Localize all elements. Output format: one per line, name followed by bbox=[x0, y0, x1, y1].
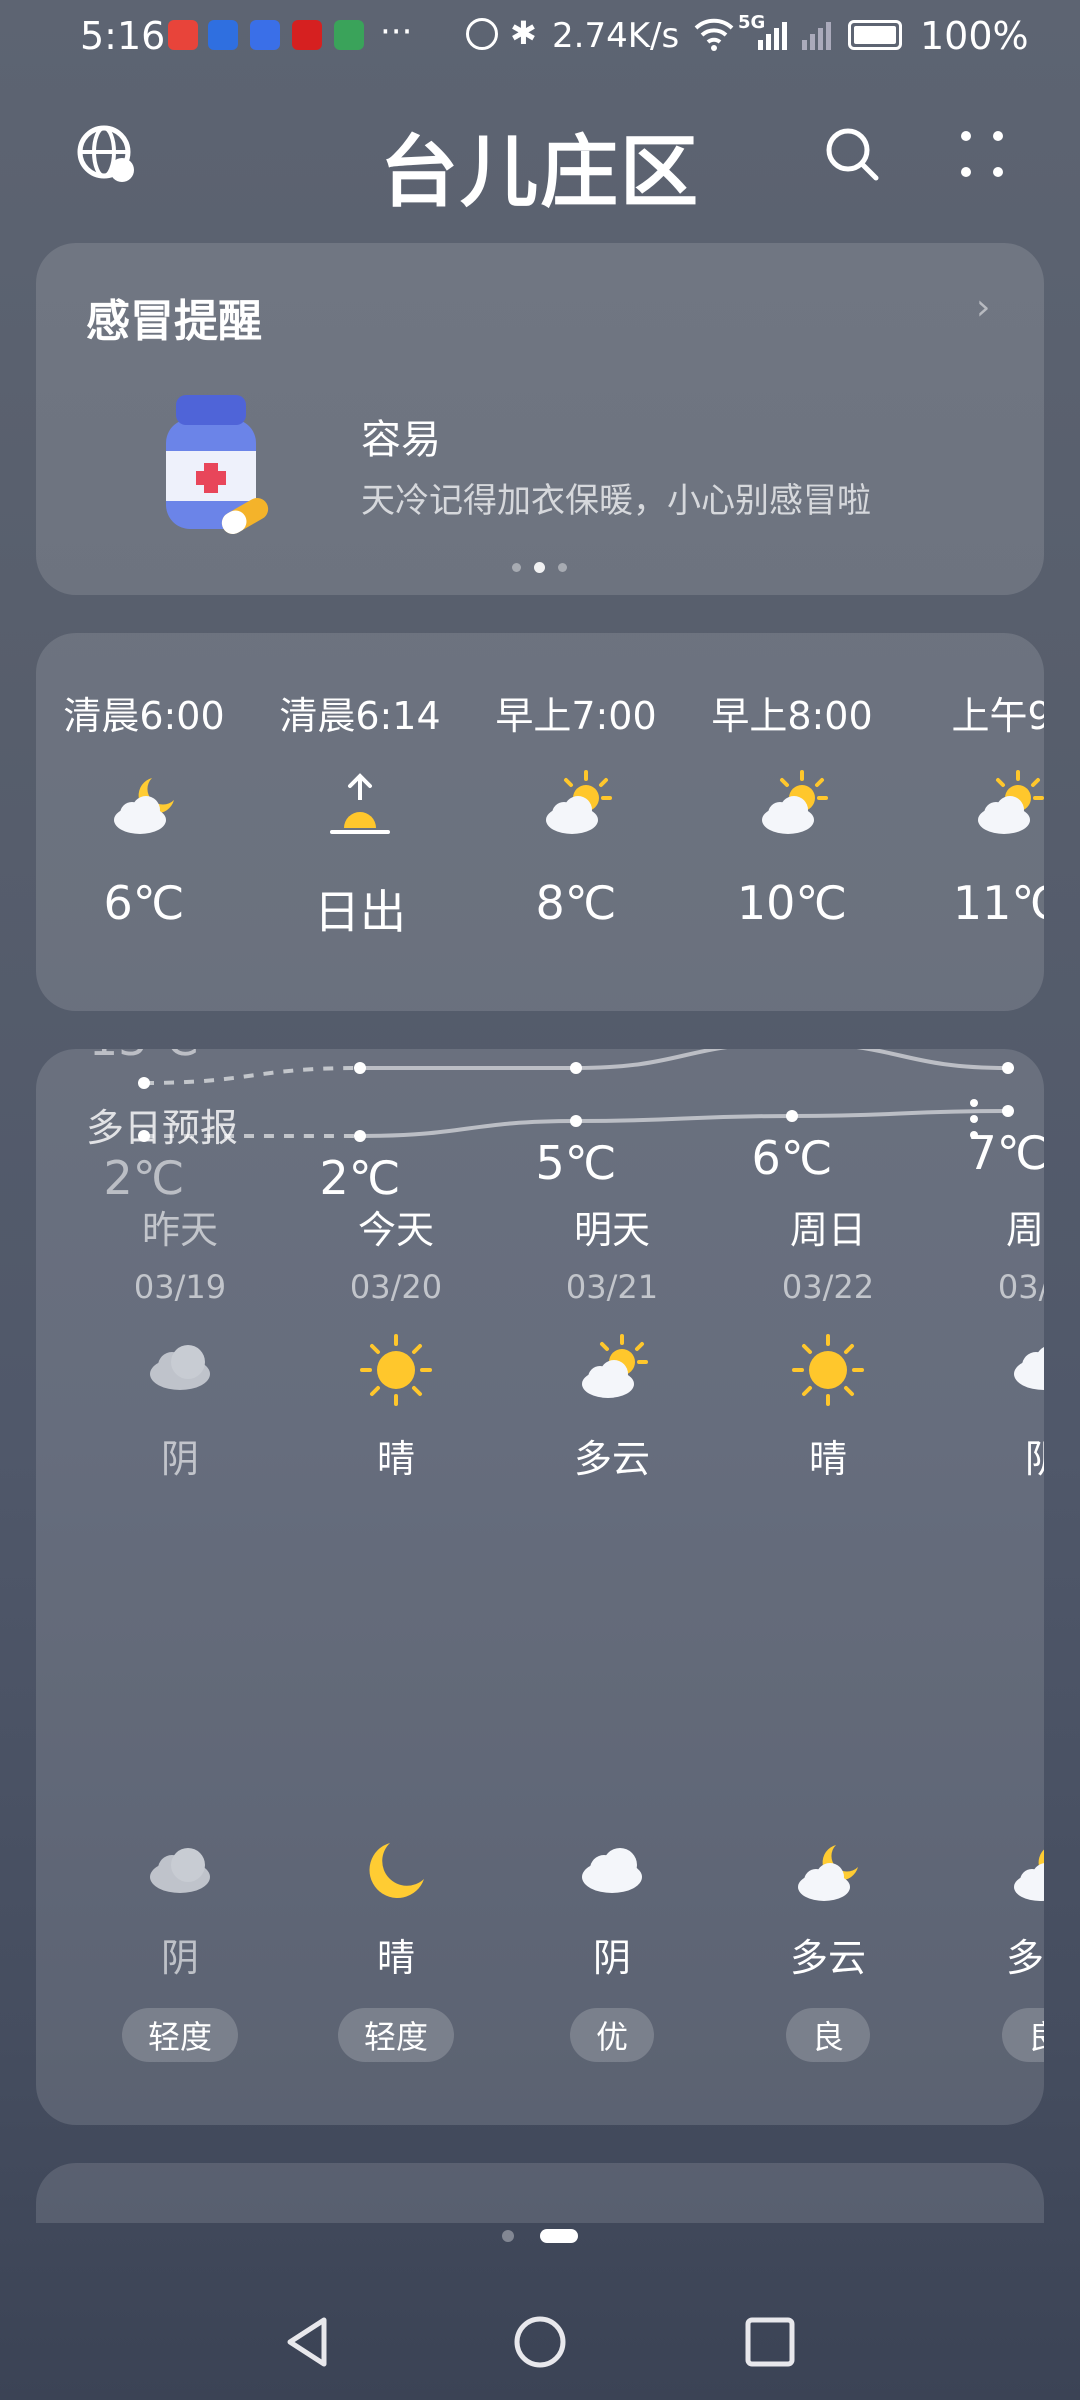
low-temp-segment bbox=[359, 1119, 577, 1138]
high-temp-segment bbox=[575, 1049, 728, 1070]
hour-time: 清晨6:00 bbox=[63, 694, 225, 738]
signal-2-icon bbox=[802, 22, 831, 50]
battery-icon bbox=[848, 20, 902, 50]
low-temp-label: 2℃ bbox=[320, 1151, 401, 1205]
high-temp-point bbox=[138, 1077, 150, 1089]
sun-cloud-icon bbox=[760, 770, 828, 836]
hour-value: 11℃ bbox=[952, 876, 1044, 930]
page-indicator bbox=[500, 2226, 580, 2246]
hour-item: 上午9: 11℃ bbox=[908, 685, 1044, 930]
cold-level: 容易 bbox=[361, 417, 441, 463]
high-temp-segment bbox=[856, 1049, 1009, 1070]
high-temp-label: 16℃ bbox=[521, 1049, 631, 1051]
low-temp-segment bbox=[575, 1114, 793, 1123]
sun-cloud-icon bbox=[544, 770, 612, 836]
battery-percent: 100% bbox=[920, 14, 1029, 58]
multi-day-forecast-card[interactable]: 多日预报 昨天 03/19 阴阴轻度 今天 03/20 晴晴轻度 明天 03/21 多云阴优周日… bbox=[36, 1049, 1044, 2125]
low-temp-point bbox=[1002, 1105, 1014, 1117]
hour-time: 清晨6:14 bbox=[279, 694, 441, 738]
low-temp-segment bbox=[791, 1109, 1009, 1118]
high-temp-point bbox=[1002, 1062, 1014, 1074]
hour-item: 早上7:00 8℃ bbox=[476, 685, 676, 930]
chevron-right-icon[interactable]: › bbox=[976, 287, 990, 328]
low-temp-label: 7℃ bbox=[968, 1126, 1044, 1180]
hour-item: 早上8:00 10℃ bbox=[692, 685, 892, 930]
alarm-icon bbox=[466, 18, 498, 50]
low-temp-point bbox=[786, 1110, 798, 1122]
hour-value: 日出 bbox=[314, 885, 406, 939]
temperature-chart: 13℃2℃16℃2℃16℃5℃21℃6℃16℃7℃ bbox=[89, 1049, 1044, 1205]
high-temp-label: 16℃ bbox=[953, 1049, 1044, 1051]
recents-icon[interactable] bbox=[742, 2314, 798, 2370]
high-temp-point bbox=[570, 1062, 582, 1074]
low-temp-label: 5℃ bbox=[536, 1136, 617, 1190]
bluetooth-icon: ✱ bbox=[510, 14, 537, 52]
cold-reminder-card[interactable]: 感冒提醒 › 容易 天冷记得加衣保暖，小心别感冒啦 bbox=[36, 243, 1044, 595]
search-icon[interactable] bbox=[824, 126, 882, 184]
hour-value: 8℃ bbox=[535, 876, 617, 930]
hour-time: 上午9: bbox=[951, 694, 1045, 738]
signal-icon bbox=[758, 22, 787, 50]
network-speed: 2.74K/s bbox=[552, 16, 680, 56]
low-temp-label: 2℃ bbox=[104, 1151, 185, 1205]
next-card bbox=[36, 2163, 1044, 2223]
hour-time: 早上7:00 bbox=[495, 694, 657, 738]
low-temp-point bbox=[570, 1115, 582, 1127]
status-bar: 5:16 ··· ✱ 2.74K/s 5G 100% bbox=[0, 0, 1080, 76]
wifi-icon bbox=[694, 18, 734, 51]
sunrise-icon bbox=[330, 774, 390, 834]
status-time: 5:16 bbox=[80, 14, 166, 58]
more-dots-icon[interactable] bbox=[958, 128, 1008, 182]
medicine-bottle-icon bbox=[166, 395, 269, 534]
low-temp-point bbox=[138, 1130, 150, 1142]
heart-app-icon bbox=[292, 20, 322, 50]
cold-advice: 天冷记得加衣保暖，小心别感冒啦 bbox=[361, 481, 871, 521]
shield-app-icon bbox=[208, 20, 238, 50]
card-page-indicator bbox=[512, 561, 572, 573]
hour-value: 6℃ bbox=[103, 876, 185, 930]
moon-cloud-icon bbox=[114, 778, 174, 834]
game-app-icon bbox=[334, 20, 364, 50]
hour-item: 清晨6:14 日出 bbox=[260, 685, 460, 942]
hour-item: 清晨6:00 6℃ bbox=[44, 685, 244, 930]
home-icon[interactable] bbox=[512, 2314, 568, 2370]
high-temp-segment bbox=[143, 1066, 361, 1085]
back-icon[interactable] bbox=[280, 2314, 336, 2370]
high-temp-label: 13℃ bbox=[89, 1049, 199, 1066]
baidu-app-icon bbox=[250, 20, 280, 50]
low-temp-point bbox=[354, 1130, 366, 1142]
more-notifications-icon: ··· bbox=[380, 12, 413, 52]
low-temp-label: 6℃ bbox=[752, 1131, 833, 1185]
hourly-forecast-card[interactable]: 清晨6:00 6℃ 清晨6:14 日出 早上7:00 8℃ 早上8:00 10℃… bbox=[36, 633, 1044, 1011]
hour-value: 10℃ bbox=[736, 876, 848, 930]
hour-time: 早上8:00 bbox=[711, 694, 873, 738]
sun-cloud-icon bbox=[976, 770, 1044, 836]
city-title[interactable]: 台儿庄区 bbox=[0, 110, 1080, 222]
high-temp-label: 16℃ bbox=[305, 1049, 415, 1051]
cold-reminder-title: 感冒提醒 bbox=[86, 296, 262, 347]
high-temp-point bbox=[354, 1062, 366, 1074]
huawei-app-icon bbox=[168, 20, 198, 50]
